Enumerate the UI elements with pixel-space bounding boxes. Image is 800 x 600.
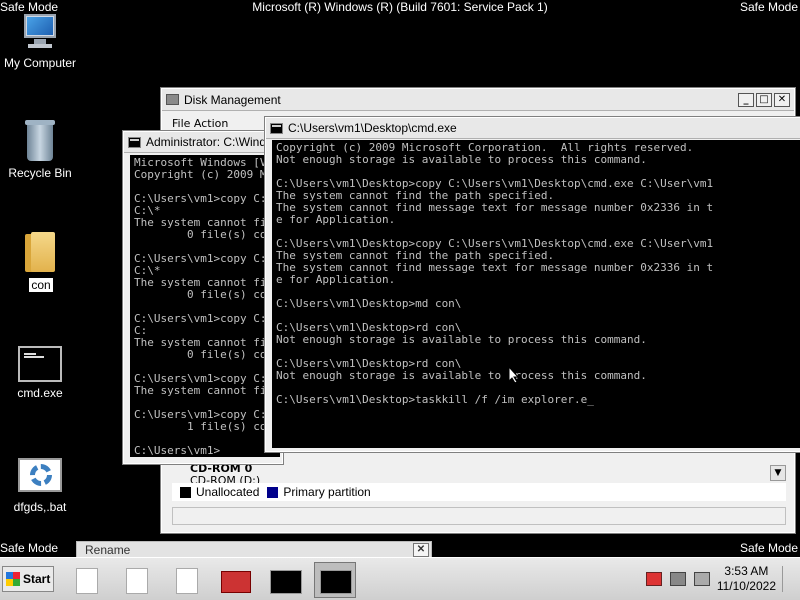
console-line: Copyright (c) 2009 Microsoft Corporation… [134,168,280,181]
window-title: Administrator: C:\Windows\system32\cmd.e… [146,135,282,149]
mouse-cursor-icon [508,366,520,384]
desktop-icon-label: dfgds,.bat [13,500,67,514]
close-button[interactable]: ✕ [774,92,790,107]
legend-label: Unallocated [196,485,260,499]
batch-file-icon [18,458,62,496]
taskbar-button-document-3[interactable] [164,562,206,598]
desktop: Microsoft (R) Windows (R) (Build 7601: S… [0,0,800,600]
desktop-cmd-window[interactable]: C:\Users\vm1\Desktop\cmd.exe Copyright (… [264,116,800,453]
console-line: C:\Users\vm1\Desktop>md con\ [276,297,462,310]
desktop-cmd-console[interactable]: Copyright (c) 2009 Microsoft Corporation… [272,140,800,448]
console-line: e for Application. [276,213,396,226]
taskbar-button-cmd-admin[interactable] [264,562,306,598]
desktop-icon-my-computer[interactable]: My Computer [0,14,85,70]
show-desktop-button[interactable] [782,566,796,592]
action-center-icon[interactable] [646,572,662,586]
console-line: C:\Users\vm1> [134,444,221,457]
window-title: C:\Users\vm1\Desktop\cmd.exe [288,121,457,135]
console-line: Not enough storage is available to proce… [276,333,647,346]
legend-swatch-primary [267,486,279,498]
safe-mode-label-bottom-right: Safe Mode [739,541,798,555]
admin-cmd-window[interactable]: Administrator: C:\Windows\system32\cmd.e… [122,130,284,465]
console-line: Not enough storage is available to proce… [276,153,647,166]
cmd-icon [18,346,62,382]
cmd-icon [270,570,302,594]
computer-icon [20,14,60,52]
status-bar [172,507,786,525]
cmd-title-icon [270,122,283,134]
blank-document-icon [126,568,148,594]
taskbar-button-document-2[interactable] [114,562,156,598]
network-icon[interactable] [670,572,686,586]
cmd-title-icon [128,136,141,148]
desktop-icon-label: My Computer [3,56,77,70]
rename-close-button[interactable]: ✕ [413,543,429,557]
desktop-cmd-titlebar[interactable]: C:\Users\vm1\Desktop\cmd.exe [266,118,800,139]
clock-date: 11/10/2022 [716,579,776,593]
menu-bar[interactable]: File Action [172,117,228,130]
console-line: C:\Users\vm1>copy C:\Users\vm1\Desktop\ [134,312,280,325]
safe-mode-label-bottom-left: Safe Mode [0,541,59,555]
start-label: Start [23,572,51,586]
clock[interactable]: 3:53 AM 11/10/2022 [717,564,776,594]
console-line: C:\Users\vm1\Desktop>taskkill /f /im exp… [276,393,594,406]
toolbox-icon [221,571,251,593]
maximize-button[interactable]: □ [756,92,772,107]
clock-time: 3:53 AM [724,564,769,578]
minimize-button[interactable]: _ [738,92,754,107]
rename-dialog-title: Rename [85,543,131,557]
scroll-down-button[interactable]: ▼ [770,465,786,481]
folder-icon [25,230,57,274]
window-title: Disk Management [184,92,281,107]
system-tray: 3:53 AM 11/10/2022 [640,560,800,598]
blank-document-icon [76,568,98,594]
admin-cmd-console[interactable]: Microsoft Windows [Version 6.1.7601]Copy… [130,155,280,457]
desktop-icon-label: cmd.exe [17,386,63,400]
windows-logo-icon [6,572,20,586]
taskbar: Start 3:53 AM 11/10/2022 [0,557,800,600]
blank-document-icon [176,568,198,594]
disk-management-icon [166,94,179,105]
desktop-icon-con-folder[interactable]: con [0,230,86,292]
console-line: 0 file(s) copied. [186,288,280,301]
desktop-icon-recycle-bin[interactable]: Recycle Bin [0,120,85,180]
desktop-icon-label: Recycle Bin [8,166,72,180]
start-button[interactable]: Start [2,566,54,592]
legend-bar: Unallocated Primary partition [172,483,786,501]
console-line: 1 file(s) copied. [186,420,280,433]
cdrom-disk-label[interactable]: CD-ROM 0 CD-ROM (D:) [172,463,277,487]
console-line: 0 file(s) copied. [186,348,280,361]
console-line: e for Application. [276,273,396,286]
taskbar-button-cmd-desktop[interactable] [314,562,356,598]
disk-management-titlebar[interactable]: Disk Management _ □ ✕ [162,89,794,111]
desktop-icon-batch-file[interactable]: dfgds,.bat [0,458,85,514]
console-line: Not enough storage is available to proce… [276,369,647,382]
safe-mode-label-top-right: Safe Mode [739,0,798,14]
console-line: The system cannot find message text [134,384,280,397]
safe-mode-banner: Microsoft (R) Windows (R) (Build 7601: S… [252,0,548,14]
legend-label: Primary partition [283,485,371,499]
taskbar-button-document-1[interactable] [64,562,106,598]
legend-swatch-unallocated [180,486,191,498]
console-line: 0 file(s) copied. [186,228,280,241]
cmd-icon [320,570,352,594]
desktop-icon-label: con [29,278,53,292]
recycle-bin-icon [23,120,57,162]
safe-mode-label-top-left: Safe Mode [0,0,59,14]
taskbar-button-disk-management[interactable] [214,562,256,598]
admin-cmd-titlebar[interactable]: Administrator: C:\Windows\system32\cmd.e… [124,132,282,153]
volume-icon[interactable] [694,572,710,586]
desktop-icon-cmd-exe[interactable]: cmd.exe [0,346,85,400]
